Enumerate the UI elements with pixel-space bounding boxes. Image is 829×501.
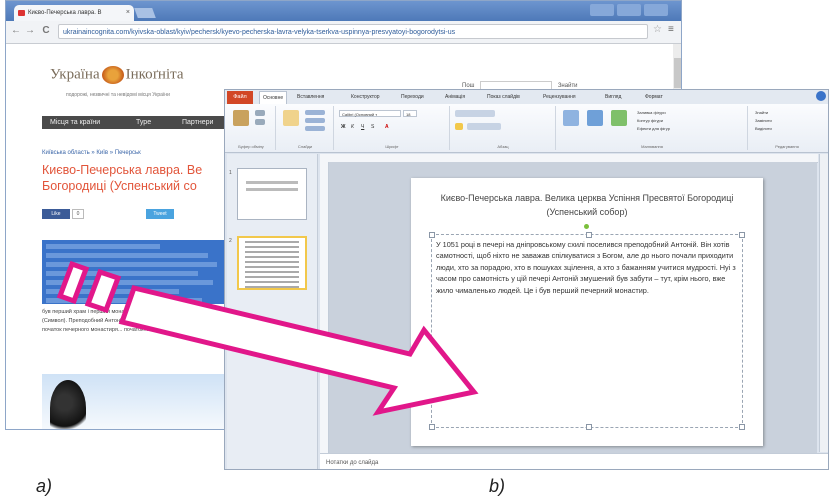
arrow-tail-segment-2 bbox=[84, 268, 122, 314]
arrow-tail-segment-1 bbox=[56, 260, 90, 305]
copy-arrow bbox=[56, 260, 479, 416]
arrow-body bbox=[118, 285, 479, 416]
caption-b: b) bbox=[489, 476, 506, 496]
caption-a: a) bbox=[36, 476, 53, 496]
